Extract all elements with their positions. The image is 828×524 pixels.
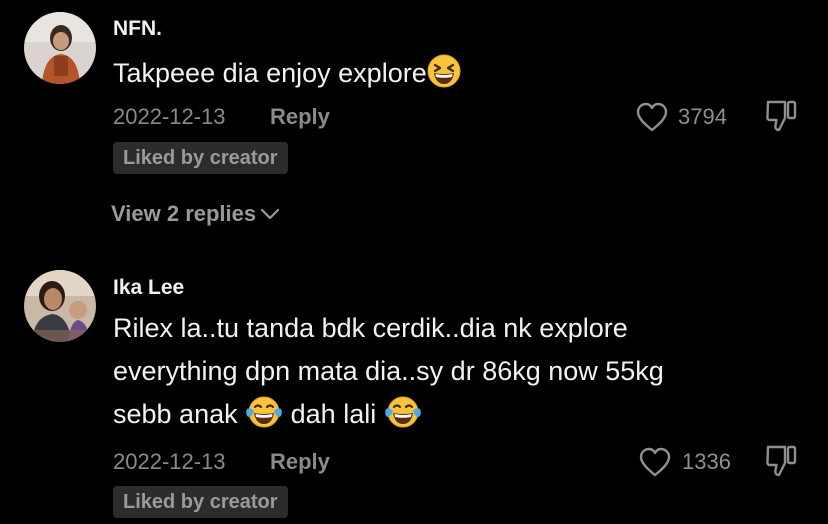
avatar[interactable] [24, 270, 96, 342]
reply-button[interactable]: Reply [270, 104, 330, 130]
chevron-down-icon [261, 208, 280, 220]
comment-date: 2022-12-13 [113, 104, 226, 129]
comment-text-line: everything dpn mata dia..sy dr 86kg now … [113, 356, 664, 386]
avatar[interactable] [24, 12, 96, 84]
view-replies-label: View 2 replies [111, 201, 257, 226]
heart-outline-icon[interactable] [635, 102, 669, 132]
liked-by-creator-badge: Liked by creator [113, 486, 288, 518]
comment-username[interactable]: NFN. [113, 17, 162, 41]
view-replies-button[interactable]: View 2 replies [111, 201, 280, 227]
thumbs-down-icon[interactable] [764, 99, 798, 133]
comment-text-fragment: dah lali [290, 399, 377, 429]
comment-text: Rilex la..tu tanda bdk cerdik..dia nk ex… [113, 307, 813, 442]
thumbs-down-icon[interactable] [764, 444, 798, 478]
comment-text-line: sebb anak dah lali [113, 393, 813, 442]
face-with-tears-of-joy-emoji [384, 395, 422, 442]
like-count: 3794 [678, 104, 727, 129]
reply-button[interactable]: Reply [270, 449, 330, 475]
grinning-squinting-face-emoji [427, 54, 461, 101]
comment-text-line: Rilex la..tu tanda bdk cerdik..dia nk ex… [113, 313, 628, 343]
face-with-tears-of-joy-emoji [245, 395, 283, 442]
comment-text-content: Takpeee dia enjoy explore [113, 58, 427, 88]
liked-by-creator-badge: Liked by creator [113, 142, 288, 174]
comment-username[interactable]: Ika Lee [113, 276, 184, 300]
comment-text-fragment: sebb anak [113, 399, 238, 429]
comment-text: Takpeee dia enjoy explore [113, 52, 461, 101]
heart-outline-icon[interactable] [638, 447, 672, 477]
like-count: 1336 [682, 449, 731, 474]
comment-date: 2022-12-13 [113, 449, 226, 474]
